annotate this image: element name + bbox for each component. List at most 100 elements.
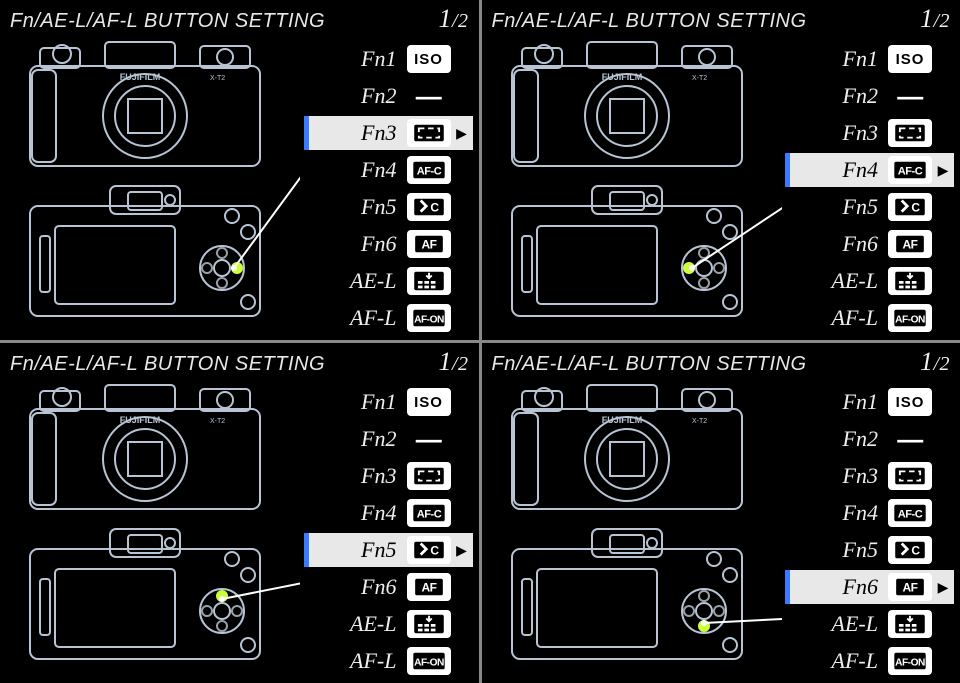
camera-diagram: FUJIFILM X-T2	[0, 36, 304, 340]
svg-text:AF-C: AF-C	[898, 509, 923, 521]
row-label: Fn2	[339, 426, 397, 452]
row-label: Fn2	[339, 83, 397, 109]
row-label: AF-L	[339, 305, 397, 331]
menu-row-af-l[interactable]: AF-L AF-ON ▶	[304, 301, 473, 335]
menu-row-ae-l[interactable]: AE-L ▶	[785, 607, 954, 641]
page-indicator: 1/2	[920, 4, 950, 34]
page-indicator: 1/2	[920, 347, 950, 377]
camera-diagram: FUJIFILM X-T2	[482, 379, 786, 683]
menu-row-fn4[interactable]: Fn4 AF-C ▶	[785, 153, 954, 187]
svg-text:X-T2: X-T2	[692, 75, 707, 82]
af-c-icon: AF-C	[888, 156, 932, 184]
svg-text:AF-C: AF-C	[416, 166, 441, 178]
af-on-icon: AF-ON	[888, 304, 932, 332]
submenu-arrow-icon: ▶	[936, 162, 950, 179]
row-label: Fn2	[820, 83, 878, 109]
af-icon: AF	[888, 573, 932, 601]
row-label: Fn4	[820, 157, 878, 183]
afarea-icon	[407, 119, 451, 147]
menu-row-fn2[interactable]: Fn2—▶	[785, 79, 954, 113]
menu-row-fn5[interactable]: Fn5 C ▶	[785, 190, 954, 224]
menu-row-fn1[interactable]: Fn1ISO▶	[304, 42, 473, 76]
menu-row-fn2[interactable]: Fn2—▶	[785, 422, 954, 456]
af-c-icon: AF-C	[407, 499, 451, 527]
svg-text:AF-ON: AF-ON	[414, 315, 444, 326]
fn-menu: Fn1ISO▶Fn2—▶Fn3 ▶Fn4 AF-C ▶Fn5 C ▶Fn6 AF…	[785, 379, 960, 683]
menu-row-fn6[interactable]: Fn6 AF ▶	[304, 227, 473, 261]
af-c-icon: AF-C	[888, 499, 932, 527]
svg-text:FUJIFILM: FUJIFILM	[601, 72, 642, 82]
svg-text:AF: AF	[902, 238, 917, 252]
menu-row-fn6[interactable]: Fn6 AF ▶	[304, 570, 473, 604]
row-label: Fn4	[820, 500, 878, 526]
screen-title: Fn/AE-L/AF-L BUTTON SETTING	[492, 10, 807, 33]
svg-text:AF-ON: AF-ON	[895, 658, 925, 669]
menu-row-fn3[interactable]: Fn3 ▶	[785, 459, 954, 493]
row-label: AF-L	[339, 648, 397, 674]
submenu-arrow-icon: ▶	[936, 579, 950, 596]
row-label: Fn3	[820, 463, 878, 489]
svg-text:AF-C: AF-C	[898, 166, 923, 178]
menu-row-fn1[interactable]: Fn1ISO▶	[785, 42, 954, 76]
menu-row-fn4[interactable]: Fn4 AF-C ▶	[304, 496, 473, 530]
svg-text:AF-C: AF-C	[416, 509, 441, 521]
af-on-icon: AF-ON	[888, 647, 932, 675]
screen-title: Fn/AE-L/AF-L BUTTON SETTING	[492, 353, 807, 376]
menu-row-ae-l[interactable]: AE-L ▶	[304, 264, 473, 298]
quadrant-1: Fn/AE-L/AF-L BUTTON SETTING 1/2 FUJIFILM…	[482, 0, 960, 340]
svg-text:FUJIFILM: FUJIFILM	[601, 415, 642, 425]
menu-row-fn2[interactable]: Fn2—▶	[304, 79, 473, 113]
menu-row-fn4[interactable]: Fn4 AF-C ▶	[785, 496, 954, 530]
menu-row-fn2[interactable]: Fn2—▶	[304, 422, 473, 456]
svg-text:AF: AF	[902, 581, 917, 595]
row-label: Fn3	[339, 120, 397, 146]
menu-row-fn1[interactable]: Fn1ISO▶	[785, 385, 954, 419]
menu-row-fn4[interactable]: Fn4 AF-C ▶	[304, 153, 473, 187]
afarea-icon	[888, 462, 932, 490]
af-on-icon: AF-ON	[407, 304, 451, 332]
iso-icon: ISO	[888, 45, 932, 73]
quadrant-0: Fn/AE-L/AF-L BUTTON SETTING 1/2 FUJIFILM…	[0, 0, 479, 340]
menu-row-fn3[interactable]: Fn3 ▶	[304, 116, 473, 150]
menu-row-fn3[interactable]: Fn3 ▶	[304, 459, 473, 493]
bkt-icon	[407, 610, 451, 638]
camera-diagram: FUJIFILM X-T2	[482, 36, 786, 340]
row-label: Fn6	[339, 574, 397, 600]
submenu-arrow-icon: ▶	[455, 125, 469, 142]
page-indicator: 1/2	[438, 4, 468, 34]
none-icon: —	[407, 82, 451, 110]
bkt-c-icon: C	[888, 193, 932, 221]
quadrant-2: Fn/AE-L/AF-L BUTTON SETTING 1/2 FUJIFILM…	[0, 343, 479, 683]
none-icon: —	[888, 425, 932, 453]
menu-row-fn5[interactable]: Fn5 C ▶	[304, 190, 473, 224]
bkt-c-icon: C	[888, 536, 932, 564]
menu-row-fn1[interactable]: Fn1ISO▶	[304, 385, 473, 419]
row-label: Fn4	[339, 157, 397, 183]
menu-row-af-l[interactable]: AF-L AF-ON ▶	[785, 644, 954, 678]
svg-text:AF-ON: AF-ON	[414, 658, 444, 669]
row-label: Fn4	[339, 500, 397, 526]
menu-row-fn3[interactable]: Fn3 ▶	[785, 116, 954, 150]
screen-title: Fn/AE-L/AF-L BUTTON SETTING	[10, 353, 325, 376]
none-icon: —	[888, 82, 932, 110]
menu-row-fn5[interactable]: Fn5 C ▶	[785, 533, 954, 567]
afarea-icon	[407, 462, 451, 490]
menu-row-fn6[interactable]: Fn6 AF ▶	[785, 227, 954, 261]
menu-row-fn6[interactable]: Fn6 AF ▶	[785, 570, 954, 604]
bkt-c-icon: C	[407, 536, 451, 564]
svg-text:C: C	[430, 201, 439, 215]
row-label: Fn6	[339, 231, 397, 257]
menu-row-af-l[interactable]: AF-L AF-ON ▶	[304, 644, 473, 678]
svg-text:X-T2: X-T2	[210, 418, 225, 425]
menu-row-ae-l[interactable]: AE-L ▶	[785, 264, 954, 298]
bkt-icon	[888, 610, 932, 638]
menu-row-af-l[interactable]: AF-L AF-ON ▶	[785, 301, 954, 335]
row-label: AF-L	[820, 648, 878, 674]
row-label: Fn1	[339, 389, 397, 415]
quadrant-3: Fn/AE-L/AF-L BUTTON SETTING 1/2 FUJIFILM…	[482, 343, 960, 683]
menu-row-fn5[interactable]: Fn5 C ▶	[304, 533, 473, 567]
svg-text:AF: AF	[421, 238, 436, 252]
menu-row-ae-l[interactable]: AE-L ▶	[304, 607, 473, 641]
row-label: Fn1	[820, 46, 878, 72]
row-label: AE-L	[820, 611, 878, 637]
